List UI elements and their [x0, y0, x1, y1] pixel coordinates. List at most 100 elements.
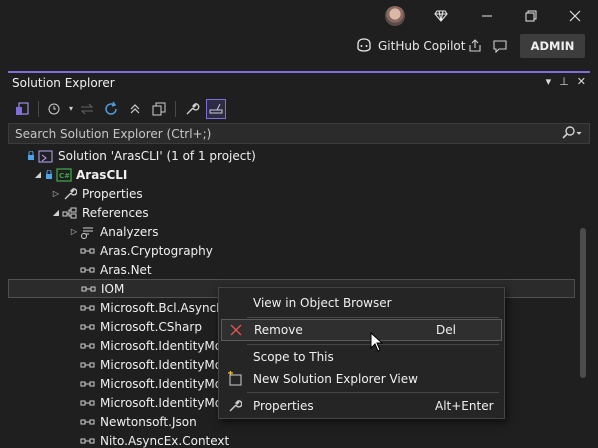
reference-icon — [80, 244, 96, 258]
new-view-icon — [227, 371, 243, 387]
reference-icon — [80, 358, 96, 372]
toolbar-separator — [38, 100, 39, 117]
tree-item-label: Microsoft.CSharp — [100, 319, 202, 334]
collapse-all-icon[interactable] — [125, 99, 145, 119]
reference-icon — [80, 301, 96, 315]
tree-item-label: Microsoft.IdentityMod — [100, 376, 230, 391]
tree-item-label: IOM — [101, 281, 125, 296]
tree-item[interactable]: Solution 'ArasCLI' (1 of 1 project) — [8, 146, 575, 165]
expanded-chevron-icon[interactable]: ◢ — [32, 169, 44, 181]
solution-icon — [38, 149, 54, 163]
pending-changes-filter-icon[interactable] — [45, 99, 65, 119]
tree-item-label: Microsoft.IdentityMod — [100, 357, 230, 372]
menu-item-new-solution-explorer-view[interactable]: New Solution Explorer View — [221, 368, 502, 390]
tree-item-label: Microsoft.Bcl.AsyncInt — [100, 300, 233, 315]
remove-icon — [228, 322, 244, 338]
filter-dropdown-icon[interactable]: ▾ — [69, 104, 73, 113]
context-menu: View in Object Browser Remove Del Scope … — [218, 287, 505, 419]
panel-close-icon[interactable]: ✕ — [577, 75, 586, 88]
tree-item[interactable]: Aras.Cryptography — [8, 241, 575, 260]
reference-icon — [80, 434, 96, 448]
panel-dropdown-icon[interactable]: ▾ — [546, 75, 552, 88]
expanded-chevron-icon[interactable]: ◢ — [50, 207, 62, 219]
share-icon[interactable] — [466, 37, 484, 55]
search-input[interactable]: Search Solution Explorer (Ctrl+;) — [8, 123, 590, 144]
wrench-icon — [227, 398, 243, 414]
csharp-project-icon: C# — [56, 167, 72, 182]
close-icon[interactable] — [565, 6, 585, 26]
menu-separator — [247, 317, 499, 318]
tree-item-label: Analyzers — [100, 224, 159, 239]
pin-icon[interactable]: ⊥ — [559, 75, 569, 88]
reference-icon — [80, 377, 96, 391]
refresh-icon[interactable] — [101, 99, 121, 119]
reference-icon — [80, 320, 96, 334]
tree-item[interactable]: Nito.AsyncEx.Context — [8, 431, 575, 448]
mouse-cursor-icon — [370, 331, 384, 352]
menu-item-properties[interactable]: Properties Alt+Enter — [221, 395, 502, 417]
menu-item-view-in-object-browser[interactable]: View in Object Browser — [221, 292, 502, 314]
preview-selected-items-icon[interactable] — [206, 98, 227, 119]
switch-views-icon[interactable] — [12, 99, 32, 119]
tree-item-label: Newtonsoft.Json — [100, 414, 197, 429]
menu-separator — [247, 392, 499, 393]
reference-icon — [80, 263, 96, 277]
tree-item[interactable]: ▷ Properties — [8, 184, 575, 203]
lock-icon — [44, 168, 54, 182]
tree-item-label: Microsoft.IdentityMod — [100, 395, 230, 410]
tree-item[interactable]: ▷ Analyzers — [8, 222, 575, 241]
tree-item[interactable]: Aras.Net — [8, 260, 575, 279]
analyzers-icon — [80, 225, 96, 239]
reference-icon — [80, 396, 96, 410]
menu-item-remove[interactable]: Remove Del — [221, 319, 502, 341]
vertical-scrollbar[interactable] — [580, 228, 586, 378]
title-bar: GitHub Copilot ADMIN — [0, 0, 598, 66]
user-avatar[interactable] — [385, 6, 405, 26]
sync-active-document-icon[interactable] — [77, 99, 97, 119]
search-icon[interactable] — [561, 125, 583, 144]
lock-icon — [26, 149, 36, 163]
github-copilot-button[interactable]: GitHub Copilot — [356, 37, 465, 55]
copilot-icon — [356, 37, 372, 55]
collapsed-chevron-icon[interactable]: ▷ — [68, 226, 80, 238]
restore-icon[interactable] — [521, 6, 541, 26]
reference-icon — [80, 339, 96, 353]
panel-title: Solution Explorer — [12, 76, 115, 90]
show-all-files-icon[interactable] — [149, 99, 169, 119]
properties-wrench-icon[interactable] — [182, 99, 202, 119]
tree-item-label: References — [82, 205, 149, 220]
tree-item-label: Nito.AsyncEx.Context — [100, 433, 230, 448]
tree-item-label: Aras.Net — [100, 262, 152, 277]
minimize-icon[interactable] — [477, 6, 497, 26]
toolbar-separator — [175, 100, 177, 117]
reference-icon — [80, 415, 96, 429]
admin-badge[interactable]: ADMIN — [520, 34, 585, 58]
tree-item-label: Aras.Cryptography — [100, 243, 213, 258]
references-icon — [62, 206, 78, 220]
tree-item-label: Microsoft.IdentityMod — [100, 338, 230, 353]
panel-toolbar: ▾ — [8, 95, 590, 122]
reference-icon — [81, 282, 97, 296]
wrench-icon — [62, 187, 78, 201]
tree-item-label: ArasCLI — [76, 167, 128, 182]
menu-item-scope-to-this[interactable]: Scope to This — [221, 346, 502, 368]
tree-item-label: Solution 'ArasCLI' (1 of 1 project) — [58, 148, 256, 163]
tree-item[interactable]: ◢ References — [8, 203, 575, 222]
tree-item[interactable]: ◢ C# ArasCLI — [8, 165, 575, 184]
collapsed-chevron-icon[interactable]: ▷ — [50, 188, 62, 200]
svg-text:C#: C# — [59, 172, 70, 180]
diamond-icon[interactable] — [431, 6, 451, 26]
feedback-icon[interactable] — [491, 37, 509, 55]
